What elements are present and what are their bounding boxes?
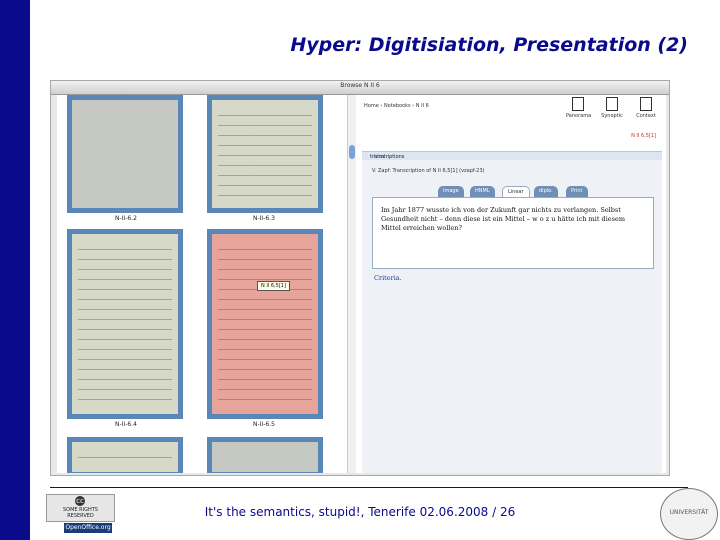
vertical-title: It's the semantics, stupid! — [1, 0, 22, 540]
thumbnail-tooltip: N II 6,5[1] — [257, 281, 290, 291]
notebook-page-image — [72, 442, 178, 472]
transcription-box: Im Jahr 1877 wusste ich von der Zukunft … — [372, 197, 654, 269]
panorama-icon — [572, 97, 584, 111]
slide-title: Hyper: Digitisiation, Presentation (2) — [290, 34, 688, 56]
thumbnail-grid: N-II-6.2 N-II-6.3 N II 6,5[1] N-II-6.4 N… — [57, 95, 347, 473]
context-button[interactable]: Context — [634, 97, 658, 123]
tab-diplo[interactable]: diplo. — [534, 186, 558, 197]
thumbnail-caption: N-II-6.4 — [115, 421, 137, 428]
tab-hnml[interactable]: HNML — [470, 186, 495, 197]
footer-divider — [50, 487, 688, 488]
thumbnail-caption: N-II-6.5 — [253, 421, 275, 428]
notebook-page-image — [212, 100, 318, 208]
thumbnail-caption: N-II-6.2 — [115, 215, 137, 222]
thumbnail-scrollbar[interactable] — [347, 95, 356, 473]
thumbnail-card-selected[interactable]: N II 6,5[1] — [207, 229, 323, 419]
page-id: N II 6,5[1] — [631, 133, 656, 139]
notebook-page-image — [212, 234, 318, 414]
thumbnail-card[interactable] — [67, 229, 183, 419]
scrollbar-thumb[interactable] — [349, 145, 355, 159]
tab-image[interactable]: Image — [438, 186, 464, 197]
synoptic-button[interactable]: Synoptic — [600, 97, 624, 123]
window-titlebar: Browse N II 6 — [51, 81, 669, 95]
notebook-page-image — [72, 234, 178, 414]
university-seal: UNIVERSITÄT — [660, 488, 718, 540]
criteria-link[interactable]: Criteria. — [374, 274, 402, 282]
thumbnail-card[interactable] — [67, 437, 183, 473]
window-title: Browse N II 6 — [340, 82, 380, 89]
thumbnail-caption: N-II-6.3 — [253, 215, 275, 222]
thumbnail-card[interactable] — [207, 95, 323, 213]
panorama-label: Panorama — [566, 113, 592, 119]
openoffice-logo: OpenOffice.org — [64, 523, 112, 533]
context-icon — [640, 97, 652, 111]
notebook-page-image — [72, 100, 178, 208]
detail-pane: Home › Notebooks › N II 6 Panorama Synop… — [356, 95, 666, 473]
context-label: Context — [636, 113, 656, 119]
synoptic-label: Synoptic — [601, 113, 623, 119]
tab-print[interactable]: Print — [566, 186, 588, 197]
transcription-author: V. Zapf: Transcription of N II 6,5[1] (v… — [372, 168, 485, 174]
app-screenshot: Browse N II 6 N-II-6.2 N-II-6.3 N II 6,5… — [50, 80, 670, 476]
synoptic-icon — [606, 97, 618, 111]
vertical-title-text: It's the semantics, stupid! — [3, 118, 20, 306]
thumbnail-card[interactable] — [207, 437, 323, 473]
footer-text: It's the semantics, stupid!, Tenerife 02… — [204, 505, 516, 519]
notebook-page-image — [212, 442, 318, 472]
panorama-button[interactable]: Panorama — [566, 97, 592, 123]
breadcrumb[interactable]: Home › Notebooks › N II 6 — [364, 103, 429, 109]
transcription-text: Im Jahr 1877 wusste ich von der Zukunft … — [381, 206, 625, 232]
seal-label: UNIVERSITÄT — [669, 509, 709, 516]
transcription-panel: V. Zapf: Transcription of N II 6,5[1] (v… — [362, 160, 662, 473]
thumbnail-card[interactable] — [67, 95, 183, 213]
